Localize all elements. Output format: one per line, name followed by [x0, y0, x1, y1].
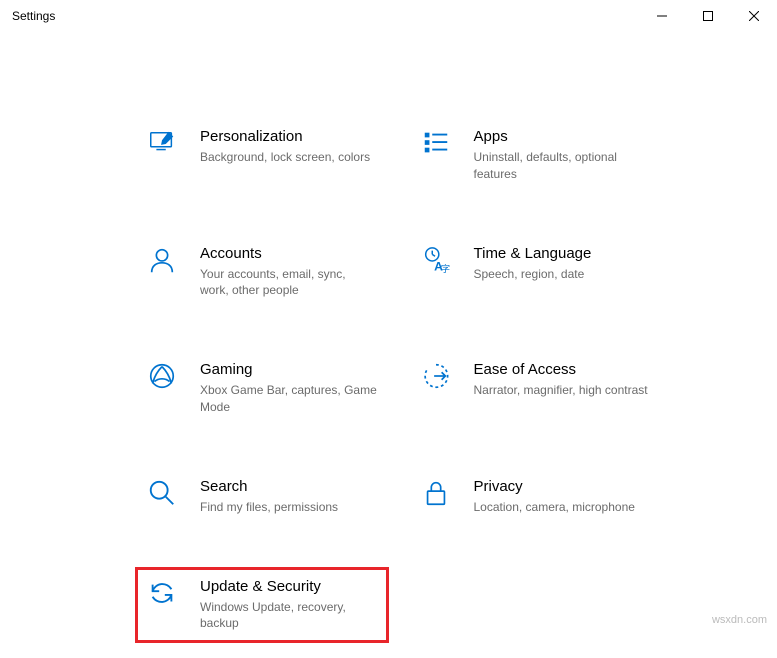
category-ease-of-access[interactable]: Ease of Access Narrator, magnifier, high…: [414, 355, 658, 422]
accounts-icon: [146, 245, 178, 277]
category-text: Search Find my files, permissions: [200, 478, 378, 516]
category-title: Privacy: [474, 478, 652, 495]
category-desc: Background, lock screen, colors: [200, 149, 378, 166]
category-text: Time & Language Speech, region, date: [474, 245, 652, 300]
category-title: Ease of Access: [474, 361, 652, 378]
category-desc: Xbox Game Bar, captures, Game Mode: [200, 382, 378, 416]
category-desc: Windows Update, recovery, backup: [200, 599, 378, 633]
window-controls: [639, 0, 777, 32]
category-desc: Find my files, permissions: [200, 499, 378, 516]
category-title: Accounts: [200, 245, 378, 262]
category-time-language[interactable]: A 字 Time & Language Speech, region, date: [414, 239, 658, 306]
personalization-icon: [146, 128, 178, 160]
category-desc: Speech, region, date: [474, 266, 652, 283]
category-desc: Uninstall, defaults, optional features: [474, 149, 652, 183]
category-title: Personalization: [200, 128, 378, 145]
category-text: Apps Uninstall, defaults, optional featu…: [474, 128, 652, 183]
category-search[interactable]: Search Find my files, permissions: [140, 472, 384, 522]
category-title: Update & Security: [200, 578, 378, 595]
maximize-button[interactable]: [685, 0, 731, 32]
category-title: Time & Language: [474, 245, 652, 262]
category-desc: Narrator, magnifier, high contrast: [474, 382, 652, 399]
category-desc: Location, camera, microphone: [474, 499, 652, 516]
category-text: Accounts Your accounts, email, sync, wor…: [200, 245, 378, 300]
category-text: Personalization Background, lock screen,…: [200, 128, 378, 183]
category-accounts[interactable]: Accounts Your accounts, email, sync, wor…: [140, 239, 384, 306]
search-icon: [146, 478, 178, 510]
ease-of-access-icon: [420, 361, 452, 393]
category-text: Privacy Location, camera, microphone: [474, 478, 652, 516]
settings-categories-grid: Personalization Background, lock screen,…: [0, 32, 777, 658]
update-security-icon: [146, 578, 178, 610]
close-button[interactable]: [731, 0, 777, 32]
category-title: Gaming: [200, 361, 378, 378]
category-text: Update & Security Windows Update, recove…: [200, 578, 378, 633]
window-title: Settings: [12, 9, 55, 23]
minimize-button[interactable]: [639, 0, 685, 32]
category-personalization[interactable]: Personalization Background, lock screen,…: [140, 122, 384, 189]
privacy-icon: [420, 478, 452, 510]
category-apps[interactable]: Apps Uninstall, defaults, optional featu…: [414, 122, 658, 189]
gaming-icon: [146, 361, 178, 393]
svg-text:字: 字: [440, 263, 449, 274]
watermark: wsxdn.com: [712, 614, 767, 626]
category-update-security[interactable]: Update & Security Windows Update, recove…: [135, 567, 389, 644]
category-text: Gaming Xbox Game Bar, captures, Game Mod…: [200, 361, 378, 416]
time-language-icon: A 字: [420, 245, 452, 277]
category-gaming[interactable]: Gaming Xbox Game Bar, captures, Game Mod…: [140, 355, 384, 422]
category-privacy[interactable]: Privacy Location, camera, microphone: [414, 472, 658, 522]
titlebar: Settings: [0, 0, 777, 32]
category-title: Apps: [474, 128, 652, 145]
apps-icon: [420, 128, 452, 160]
category-desc: Your accounts, email, sync, work, other …: [200, 266, 378, 300]
category-title: Search: [200, 478, 378, 495]
category-text: Ease of Access Narrator, magnifier, high…: [474, 361, 652, 416]
